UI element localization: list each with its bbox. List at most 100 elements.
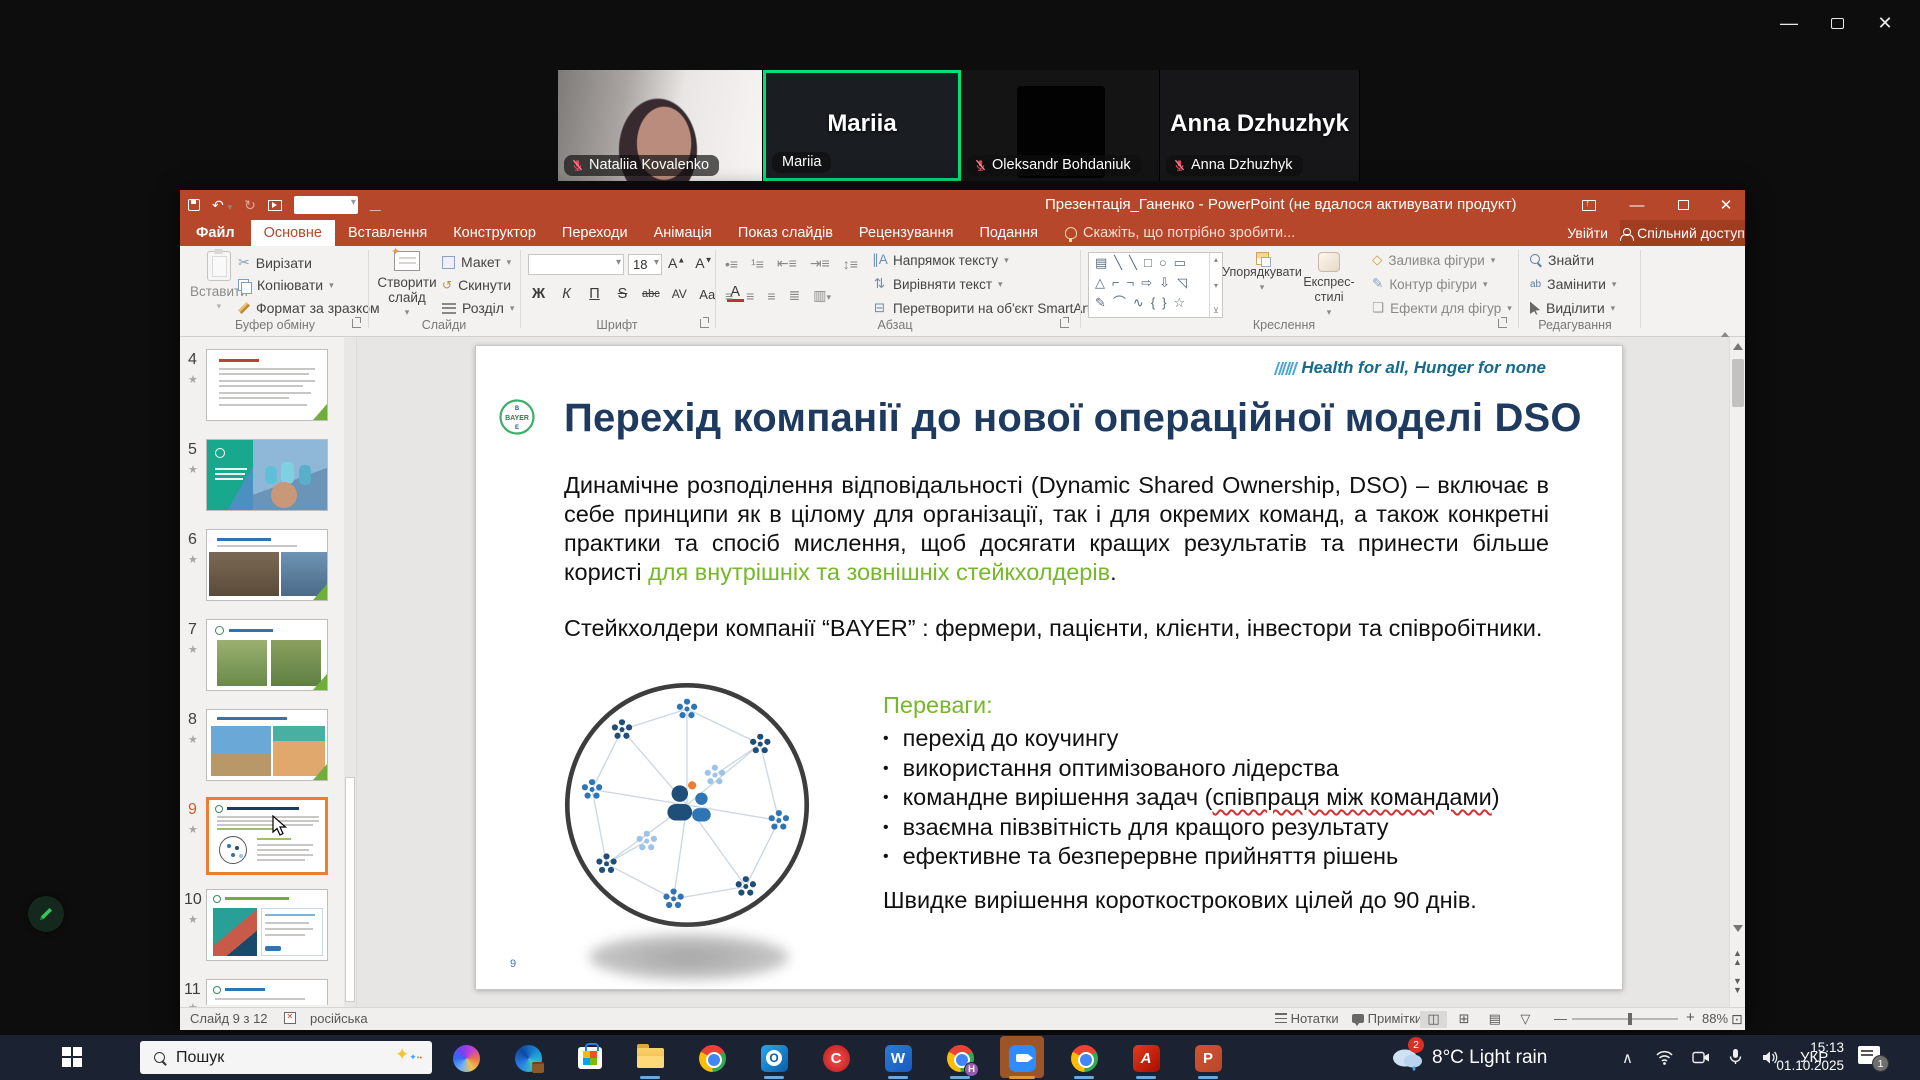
- shape-fill-button[interactable]: ◇Заливка фігури▾: [1372, 252, 1495, 268]
- zoom-out-button[interactable]: —: [1554, 1011, 1567, 1026]
- fit-to-window-button[interactable]: ⊡: [1731, 1011, 1743, 1028]
- new-slide-button[interactable]: Створити слайд ▾: [376, 251, 438, 320]
- participant-tile-nataliia[interactable]: Nataliia Kovalenko: [558, 70, 763, 181]
- taskbar-app-outlook[interactable]: O: [752, 1037, 796, 1079]
- taskbar-app-word[interactable]: W: [876, 1037, 920, 1079]
- quick-styles-button[interactable]: Експрес-стилі ▾: [1298, 252, 1360, 320]
- clipboard-dialog-launcher[interactable]: [352, 319, 361, 328]
- zoom-level[interactable]: 88%: [1702, 1011, 1728, 1026]
- current-slide-canvas[interactable]: Health for all, Hunger for none BAYER B …: [475, 345, 1623, 990]
- underline-button[interactable]: П: [586, 286, 603, 302]
- justify-button[interactable]: ≣: [789, 287, 801, 304]
- character-spacing-button[interactable]: AV: [671, 287, 688, 301]
- taskbar-app-powerpoint[interactable]: P: [1186, 1037, 1230, 1079]
- participant-tile-anna[interactable]: Anna Dzhuzhyk Anna Dzhuzhyk: [1160, 70, 1360, 181]
- scroll-down-arrow[interactable]: [1730, 925, 1745, 932]
- slideshow-view-button[interactable]: ▽: [1512, 1011, 1539, 1028]
- slide-thumbnail-11[interactable]: [206, 979, 328, 1005]
- slide-thumbnail-5[interactable]: [206, 439, 328, 511]
- thumbnail-scrollbar-thumb[interactable]: [345, 777, 355, 1002]
- tab-home[interactable]: Основне: [251, 220, 335, 246]
- shape-outline-button[interactable]: ✎Контур фігури▾: [1372, 276, 1488, 292]
- slide-sorter-view-button[interactable]: ⊞: [1451, 1011, 1478, 1028]
- tab-review[interactable]: Рецензування: [846, 220, 967, 246]
- font-dialog-launcher[interactable]: [700, 319, 709, 328]
- slide-thumbnail-10[interactable]: [206, 889, 328, 961]
- ppt-minimize-button[interactable]: —: [1618, 190, 1656, 220]
- annotation-pencil-button[interactable]: [28, 896, 64, 932]
- tab-animations[interactable]: Анімація: [641, 220, 725, 246]
- taskbar-search-box[interactable]: Пошук ✦✦••: [140, 1041, 432, 1074]
- closing-line[interactable]: Швидке вирішення короткострокових цілей …: [883, 886, 1477, 916]
- tab-view[interactable]: Подання: [966, 220, 1051, 246]
- start-button[interactable]: [62, 1047, 82, 1067]
- arrange-button[interactable]: Упорядкувати ▾: [1230, 252, 1294, 295]
- reading-view-button[interactable]: ▤: [1481, 1011, 1508, 1028]
- tab-transitions[interactable]: Переходи: [549, 220, 641, 246]
- taskbar-app-chrome-2[interactable]: [1062, 1037, 1106, 1079]
- align-left-button[interactable]: ≡: [725, 288, 733, 304]
- thumbnail-panel-scrollbar[interactable]: [344, 337, 356, 1007]
- language-indicator[interactable]: російська: [310, 1011, 368, 1026]
- tab-design[interactable]: Конструктор: [440, 220, 549, 246]
- ppt-titlebar[interactable]: ↶ ▾ ↻ ⸏ Презентація_Ганенко - PowerPoint…: [180, 190, 1745, 220]
- drawing-dialog-launcher[interactable]: [1498, 319, 1507, 328]
- shrink-font-button[interactable]: А▼: [695, 255, 712, 271]
- benefits-heading[interactable]: Переваги:: [883, 691, 993, 721]
- wifi-icon[interactable]: [1655, 1050, 1674, 1065]
- slide-thumbnail-6[interactable]: [206, 529, 328, 601]
- section-button[interactable]: Розділ▾: [442, 300, 514, 316]
- camera-icon[interactable]: [1692, 1051, 1710, 1064]
- font-size-combobox[interactable]: 18: [628, 254, 662, 275]
- cut-button[interactable]: ✂Вирізати: [238, 254, 312, 271]
- slide-thumbnail-7[interactable]: [206, 619, 328, 691]
- notes-toggle[interactable]: Нотатки: [1275, 1011, 1339, 1026]
- microphone-icon[interactable]: [1729, 1048, 1742, 1066]
- shapes-gallery[interactable]: ▤╲╲□○▭ △⌐¬⇨⇩◹ ✎⌒∿{}☆ ▴▾⊻: [1088, 252, 1223, 318]
- find-button[interactable]: Знайти: [1530, 252, 1594, 268]
- slide-counter[interactable]: Слайд 9 з 12: [190, 1011, 268, 1026]
- collapse-ribbon-button[interactable]: [1720, 316, 1730, 332]
- participant-tile-mariia[interactable]: Mariia Mariia: [763, 70, 961, 181]
- taskbar-app-zoom[interactable]: [1000, 1037, 1044, 1079]
- share-button[interactable]: Спільний доступ: [1620, 220, 1745, 246]
- bullets-button[interactable]: •≡: [725, 256, 738, 272]
- smartart-button[interactable]: ⊟Перетворити на об'єкт SmartArt▾: [872, 300, 1101, 316]
- slide-thumbnail-8[interactable]: [206, 709, 328, 781]
- tab-slideshow[interactable]: Показ слайдів: [725, 220, 846, 246]
- previous-slide-button[interactable]: ▲▲: [1730, 949, 1745, 967]
- taskbar-app-chrome[interactable]: [690, 1037, 734, 1079]
- taskbar-app-acrobat[interactable]: A: [1124, 1037, 1168, 1079]
- dso-network-diagram[interactable]: [558, 676, 816, 934]
- tab-insert[interactable]: Вставлення: [335, 220, 440, 246]
- italic-button[interactable]: К: [558, 286, 575, 302]
- numbering-button[interactable]: ¹≡: [751, 256, 764, 272]
- qat-combobox[interactable]: [294, 196, 358, 214]
- strikethrough-button[interactable]: S: [614, 286, 631, 302]
- scrollbar-thumb[interactable]: [1732, 359, 1744, 407]
- slide-thumbnail-9-selected[interactable]: [206, 797, 328, 875]
- comments-toggle[interactable]: Примітки: [1352, 1011, 1422, 1026]
- paragraph-dialog-launcher[interactable]: [1060, 319, 1069, 328]
- customize-qat-button[interactable]: ⸏: [370, 198, 381, 213]
- tab-file[interactable]: Файл: [180, 220, 251, 246]
- taskbar-app-edge[interactable]: [506, 1037, 550, 1079]
- weather-text[interactable]: 8°C Light rain: [1432, 1035, 1547, 1080]
- ribbon-display-options-button[interactable]: [1570, 190, 1608, 220]
- save-button[interactable]: [188, 199, 200, 211]
- slide-thumbnail-4[interactable]: [206, 349, 328, 421]
- shapes-gallery-scrollbar[interactable]: ▴▾⊻: [1209, 253, 1222, 317]
- start-slideshow-button[interactable]: [268, 200, 282, 211]
- clear-formatting-button[interactable]: abc: [642, 288, 660, 300]
- change-case-button[interactable]: Aa: [699, 287, 716, 302]
- zoom-slider-thumb[interactable]: [1628, 1013, 1632, 1025]
- normal-view-button[interactable]: ◫: [1420, 1011, 1447, 1028]
- slide-paragraph-1[interactable]: Динамічне розподілення відповідальності …: [564, 471, 1549, 587]
- layout-button[interactable]: Макет▾: [442, 254, 511, 270]
- slide-paragraph-2[interactable]: Стейкхолдери компанії “BAYER” : фермери,…: [564, 614, 1549, 643]
- zoom-in-button[interactable]: +: [1686, 1009, 1695, 1026]
- decrease-indent-button[interactable]: ⇤≡: [777, 255, 797, 272]
- scroll-up-arrow[interactable]: [1733, 343, 1743, 350]
- grow-font-button[interactable]: А▲: [668, 255, 685, 271]
- ppt-close-button[interactable]: ✕: [1707, 190, 1745, 220]
